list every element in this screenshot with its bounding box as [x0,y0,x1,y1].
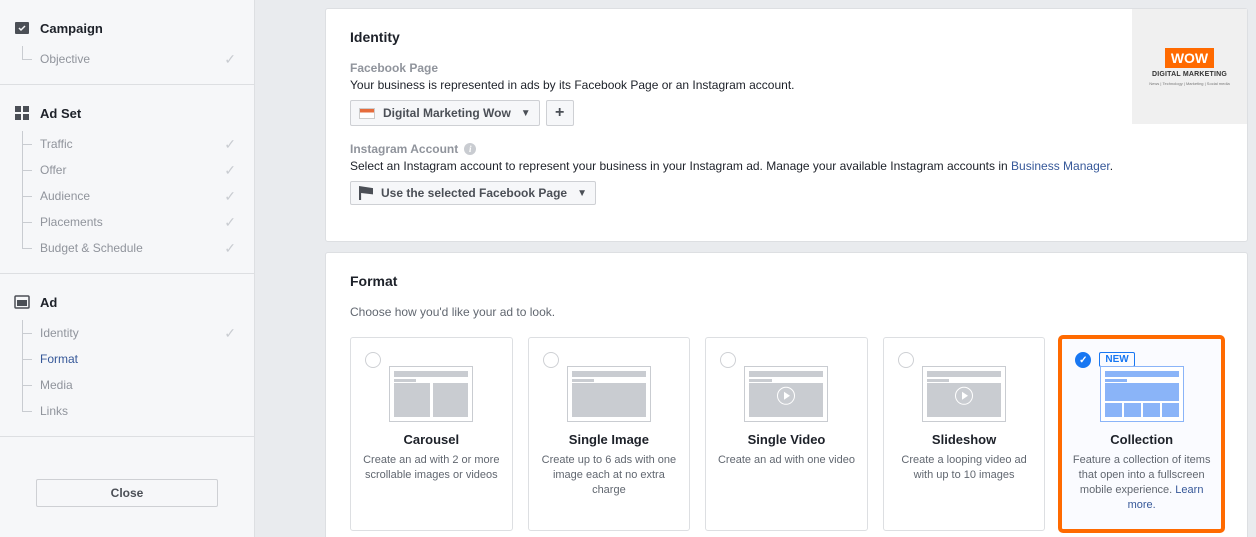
identity-panel: Identity Facebook Page Your business is … [325,8,1248,242]
radio-icon [365,352,381,368]
nav-group-campaign: Campaign Objective ✓ [0,0,254,85]
format-card-title: Carousel [361,432,502,447]
nav-group-ad: Ad Identity✓FormatMediaLinks [0,274,254,437]
format-card-single-image[interactable]: Single Image Create up to 6 ads with one … [528,337,691,531]
format-row: Carousel Create an ad with 2 or more scro… [350,337,1223,531]
format-card-desc: Create an ad with 2 or more scrollable i… [361,453,502,483]
format-card-desc: Create a looping video ad with up to 10 … [894,453,1035,483]
sidebar-item-budget-schedule[interactable]: Budget & Schedule✓ [0,235,254,261]
format-card-title: Collection [1071,432,1212,447]
sidebar-item-placements[interactable]: Placements✓ [0,209,254,235]
radio-icon [1075,352,1091,368]
nav-header-campaign[interactable]: Campaign [0,10,254,46]
fb-page-desc: Your business is represented in ads by i… [350,78,1223,92]
brand-wow: WOW [1165,48,1214,68]
fb-page-label: Facebook Page [350,61,1223,75]
new-badge: NEW [1099,352,1134,367]
main-content: Identity Facebook Page Your business is … [255,0,1256,537]
check-icon: ✓ [224,50,236,68]
page-thumb-icon [359,108,375,119]
sidebar-item-identity[interactable]: Identity✓ [0,320,254,346]
format-card-slideshow[interactable]: Slideshow Create a looping video ad with … [883,337,1046,531]
collection-thumb-icon [1100,366,1184,422]
page-name: Digital Marketing Wow [383,106,511,120]
chevron-down-icon: ▼ [521,108,531,119]
format-card-title: Single Video [716,432,857,447]
ad-icon [14,294,30,310]
nav-header-ad[interactable]: Ad [0,284,254,320]
format-card-single-video[interactable]: Single Video Create an ad with one video [705,337,868,531]
ig-desc: Select an Instagram account to represent… [350,159,1223,173]
ig-selector[interactable]: Use the selected Facebook Page ▼ [350,181,596,205]
add-page-button[interactable]: + [546,100,574,126]
folder-check-icon [14,20,30,36]
ad-title: Ad [40,295,57,310]
format-heading: Format [350,273,1223,289]
brand-sub: DIGITAL MARKETING [1152,71,1227,78]
check-icon: ✓ [224,161,236,179]
check-icon: ✓ [224,135,236,153]
format-sub: Choose how you'd like your ad to look. [350,305,1223,319]
adset-title: Ad Set [40,106,81,121]
ig-label: Instagram Account i [350,142,1223,156]
info-icon[interactable]: i [464,143,476,155]
flag-icon [359,186,373,200]
format-card-desc: Create an ad with one video [716,453,857,468]
business-manager-link[interactable]: Business Manager [1011,159,1110,173]
grid-icon [14,105,30,121]
video-thumb-icon [922,366,1006,422]
format-card-collection[interactable]: NEW Collection Feature a collection of ite… [1060,337,1223,531]
check-icon: ✓ [224,187,236,205]
carousel-thumb-icon [389,366,473,422]
page-selector[interactable]: Digital Marketing Wow ▼ [350,100,540,126]
sidebar-item-audience[interactable]: Audience✓ [0,183,254,209]
check-icon: ✓ [224,213,236,231]
image-thumb-icon [567,366,651,422]
brand-tag: News | Technology | Marketing | Social m… [1149,81,1229,86]
sidebar-item-traffic[interactable]: Traffic✓ [0,131,254,157]
format-card-carousel[interactable]: Carousel Create an ad with 2 or more scro… [350,337,513,531]
format-card-desc: Create up to 6 ads with one image each a… [539,453,680,498]
sidebar-item-offer[interactable]: Offer✓ [0,157,254,183]
sidebar-item-objective[interactable]: Objective ✓ [0,46,254,72]
learn-more-link[interactable]: Learn more. [1128,484,1204,511]
close-button[interactable]: Close [36,479,218,507]
sidebar: Campaign Objective ✓ Ad Set Traffic✓Offe… [0,0,255,537]
campaign-title: Campaign [40,21,103,36]
chevron-down-icon: ▼ [577,188,587,199]
format-card-title: Slideshow [894,432,1035,447]
format-card-desc: Feature a collection of items that open … [1071,453,1212,512]
brand-preview: WOW DIGITAL MARKETING News | Technology … [1132,9,1247,124]
format-card-title: Single Image [539,432,680,447]
check-icon: ✓ [224,324,236,342]
radio-icon [720,352,736,368]
identity-heading: Identity [350,29,1223,45]
video-thumb-icon [744,366,828,422]
sidebar-item-format[interactable]: Format [0,346,254,372]
close-area: Close [0,459,254,537]
radio-icon [543,352,559,368]
sidebar-item-media[interactable]: Media [0,372,254,398]
format-panel: Format Choose how you'd like your ad to … [325,252,1248,537]
nav-group-adset: Ad Set Traffic✓Offer✓Audience✓Placements… [0,85,254,274]
radio-icon [898,352,914,368]
check-icon: ✓ [224,239,236,257]
sidebar-item-links[interactable]: Links [0,398,254,424]
nav-header-adset[interactable]: Ad Set [0,95,254,131]
